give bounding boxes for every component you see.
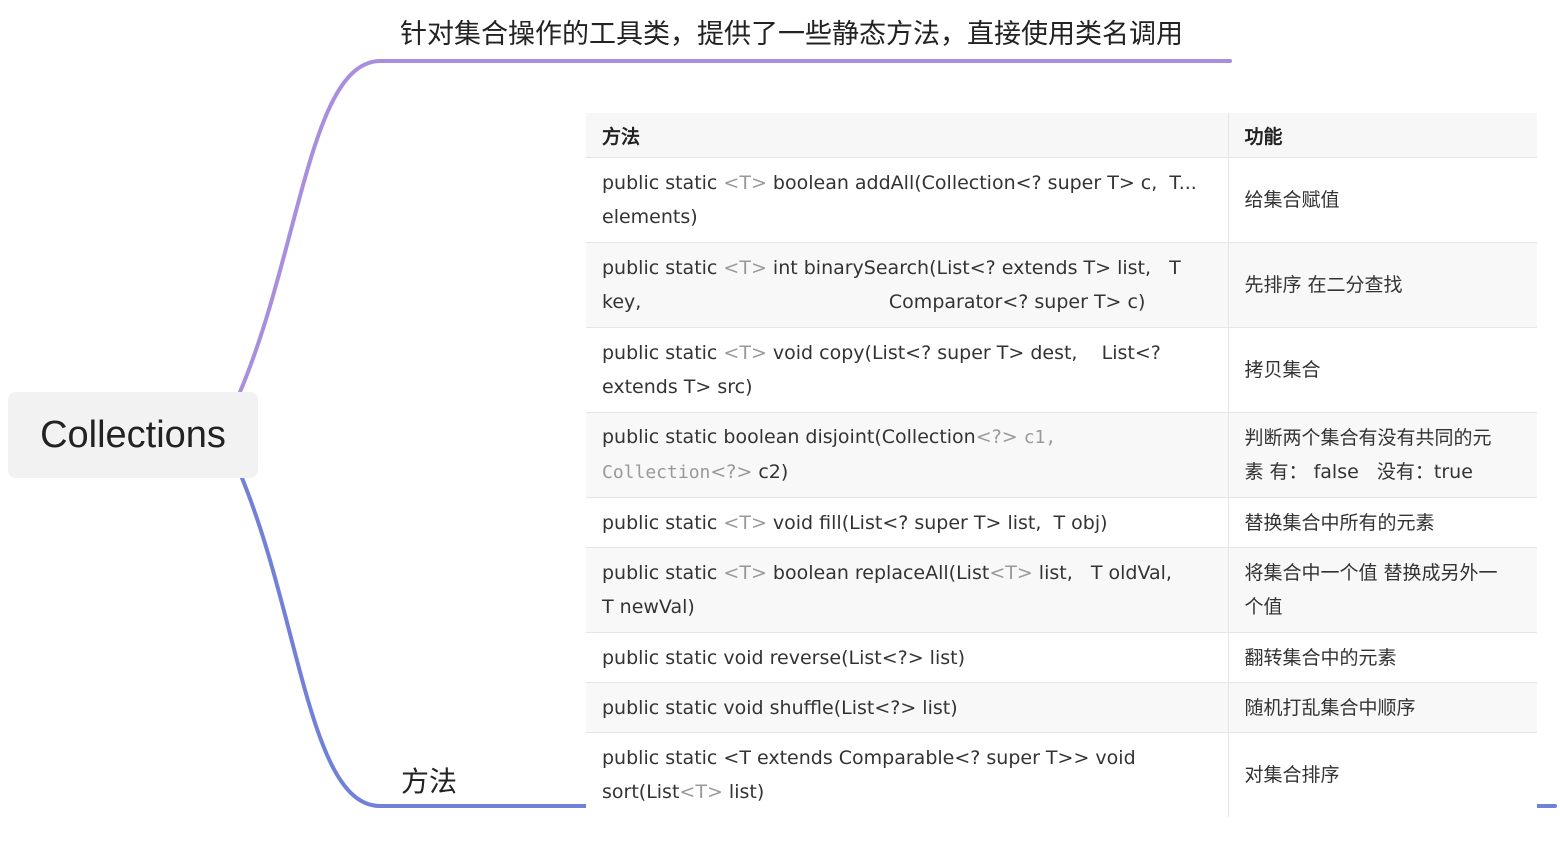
table-row: public static <T> void copy(List<? super…: [586, 327, 1537, 413]
method-signature: public static void shuffle(List<?> list): [586, 682, 1228, 733]
methods-table-body: public static <T> boolean addAll(Collect…: [586, 157, 1537, 817]
table-row: public static void reverse(List<?> list)…: [586, 632, 1537, 683]
method-description: 拷贝集合: [1227, 327, 1537, 413]
method-signature: public static void reverse(List<?> list): [586, 632, 1228, 683]
table-header-row: 方法 功能: [586, 113, 1537, 158]
root-node-label: Collections: [40, 413, 226, 456]
table-row: public static <T> boolean replaceAll(Lis…: [586, 547, 1537, 633]
table-row: public static void shuffle(List<?> list)…: [586, 682, 1537, 733]
method-signature: public static <T> void fill(List<? super…: [586, 497, 1228, 548]
method-description: 随机打乱集合中顺序: [1227, 682, 1537, 733]
method-description: 对集合排序: [1227, 732, 1537, 817]
method-description: 翻转集合中的元素: [1227, 632, 1537, 683]
method-signature: public static <T> void copy(List<? super…: [586, 327, 1228, 413]
table-row: public static <T> void fill(List<? super…: [586, 497, 1537, 548]
method-description: 给集合赋值: [1227, 157, 1537, 243]
method-description: 将集合中一个值 替换成另外一 个值: [1227, 547, 1537, 633]
table-row: public static <T> int binarySearch(List<…: [586, 242, 1537, 328]
method-description: 先排序 在二分查找: [1227, 242, 1537, 328]
root-node-collections[interactable]: Collections: [8, 392, 258, 478]
method-signature: public static boolean disjoint(Collectio…: [586, 412, 1228, 498]
method-description: 替换集合中所有的元素: [1227, 497, 1537, 548]
header-function: 功能: [1227, 113, 1537, 158]
method-signature: public static <T> boolean replaceAll(Lis…: [586, 547, 1228, 633]
table-row: public static <T> boolean addAll(Collect…: [586, 157, 1537, 243]
branch-label-methods[interactable]: 方法: [401, 760, 457, 800]
method-signature: public static <T> boolean addAll(Collect…: [586, 157, 1228, 243]
method-signature: public static <T> int binarySearch(List<…: [586, 242, 1228, 328]
method-description: 判断两个集合有没有共同的元素 有： false 没有：true: [1227, 412, 1537, 498]
header-method: 方法: [586, 113, 1228, 158]
branch-label-description[interactable]: 针对集合操作的工具类，提供了一些静态方法，直接使用类名调用: [400, 12, 1183, 51]
methods-table: 方法 功能 public static <T> boolean addAll(C…: [586, 113, 1537, 817]
method-signature: public static <T extends Comparable<? su…: [586, 732, 1228, 817]
table-row: public static <T extends Comparable<? su…: [586, 732, 1537, 817]
table-row: public static boolean disjoint(Collectio…: [586, 412, 1537, 498]
